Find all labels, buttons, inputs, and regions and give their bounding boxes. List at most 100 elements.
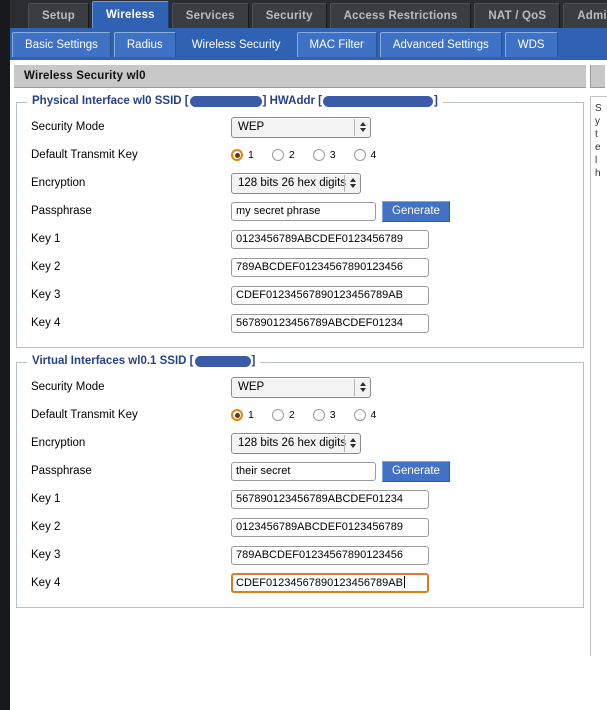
virtual-encryption-value: 128 bits 26 hex digits — [238, 436, 347, 449]
physical-key4-input[interactable]: 567890123456789ABCDEF01234 — [231, 313, 429, 333]
radio-checked-icon[interactable] — [231, 409, 243, 421]
virtual-key4-field: CDEF01234567890123456789AB — [231, 573, 429, 593]
help-sidebar-title-bar — [590, 65, 605, 88]
virtual-security-mode-label: Security Mode — [31, 381, 105, 393]
nav-tab-setup[interactable]: Setup — [28, 3, 89, 28]
help-text-line: l — [595, 155, 598, 166]
spinner-arrows-icon[interactable] — [354, 118, 370, 136]
nav-tab-services[interactable]: Services — [171, 3, 249, 28]
virtual-transmit-key-option-2[interactable]: 2 — [271, 409, 295, 421]
physical-interface-section: Physical Interface wl0 SSID [ ] HWAddr [… — [16, 95, 584, 348]
physical-passphrase-input[interactable]: my secret phrase — [231, 201, 376, 221]
nav-tab-access-restrictions[interactable]: Access Restrictions — [329, 3, 472, 28]
physical-security-mode-label: Security Mode — [31, 121, 105, 133]
physical-transmit-key-group: 1 2 3 4 — [231, 149, 394, 161]
physical-transmit-key-option-1[interactable]: 1 — [231, 149, 254, 161]
main-content-panel: Wireless Security wl0 Physical Interface… — [10, 60, 590, 710]
physical-key1-field: 0123456789ABCDEF0123456789 — [231, 229, 429, 249]
subtab-basic-settings[interactable]: Basic Settings — [12, 32, 111, 57]
spinner-arrows-icon[interactable] — [354, 378, 370, 396]
physical-interface-legend: Physical Interface wl0 SSID [ ] HWAddr [… — [27, 95, 443, 107]
physical-encryption-row: Encryption 128 bits 26 hex digits — [17, 169, 583, 197]
physical-transmit-key-option-2[interactable]: 2 — [271, 149, 295, 161]
physical-transmit-key-option-3[interactable]: 3 — [312, 149, 336, 161]
physical-key3-field: CDEF01234567890123456789AB — [231, 285, 429, 305]
nav-tab-security[interactable]: Security — [251, 3, 327, 28]
physical-transmit-key-row: Default Transmit Key 1 2 3 4 — [17, 141, 583, 169]
radio-unchecked-icon[interactable] — [271, 149, 284, 161]
virtual-key4-text: CDEF01234567890123456789AB — [236, 577, 403, 589]
virtual-passphrase-input[interactable]: their secret — [231, 461, 376, 481]
subtab-advanced-settings[interactable]: Advanced Settings — [379, 32, 502, 57]
radio-unchecked-icon[interactable] — [312, 409, 325, 421]
help-text-line: y — [595, 116, 600, 127]
physical-legend-prefix: Physical Interface wl0 SSID [ — [32, 95, 189, 107]
virtual-key1-label: Key 1 — [31, 493, 61, 505]
virtual-key4-input[interactable]: CDEF01234567890123456789AB — [231, 573, 429, 593]
radio-unchecked-icon[interactable] — [312, 149, 325, 161]
subtab-radius[interactable]: Radius — [113, 32, 176, 57]
virtual-transmit-key-option-4[interactable]: 4 — [353, 409, 376, 421]
help-text-line: h — [595, 168, 601, 179]
virtual-encryption-select[interactable]: 128 bits 26 hex digits — [231, 432, 361, 454]
physical-transmit-key-option-4[interactable]: 4 — [353, 149, 376, 161]
virtual-passphrase-row: Passphrase their secret Generate — [17, 457, 583, 485]
nav-tab-nat-qos[interactable]: NAT / QoS — [474, 3, 561, 28]
virtual-security-mode-row: Security Mode WEP — [17, 373, 583, 401]
virtual-interface-section: Virtual Interfaces wl0.1 SSID [ ] Securi… — [16, 355, 584, 608]
physical-encryption-select[interactable]: 128 bits 26 hex digits — [231, 172, 361, 194]
virtual-security-mode-field: WEP — [231, 376, 371, 398]
virtual-transmit-key-option-3[interactable]: 3 — [312, 409, 336, 421]
ssid-redaction-bar — [189, 95, 262, 107]
radio-unchecked-icon[interactable] — [353, 149, 366, 161]
physical-key3-row: Key 3 CDEF01234567890123456789AB — [17, 281, 583, 309]
virtual-generate-button[interactable]: Generate — [382, 460, 450, 482]
help-text-line: S — [595, 103, 602, 114]
physical-transmit-key-label-1: 1 — [248, 149, 254, 161]
physical-key4-label: Key 4 — [31, 317, 61, 329]
radio-unchecked-icon[interactable] — [353, 409, 366, 421]
physical-key3-input[interactable]: CDEF01234567890123456789AB — [231, 285, 429, 305]
help-sidebar-partial: S y t e l h — [590, 60, 607, 710]
nav-tab-administration[interactable]: Administration — [563, 3, 607, 28]
virtual-key4-label: Key 4 — [31, 577, 61, 589]
secondary-nav-tabs: Basic Settings Radius Wireless Security … — [12, 32, 561, 57]
virtual-key3-field: 789ABCDEF01234567890123456 — [231, 545, 429, 565]
help-text-line: e — [595, 142, 601, 153]
subtab-wds[interactable]: WDS — [504, 32, 558, 57]
virtual-legend-suffix: ] — [251, 355, 256, 367]
virtual-encryption-field: 128 bits 26 hex digits — [231, 432, 361, 454]
nav-tab-wireless[interactable]: Wireless — [91, 1, 169, 28]
virtual-security-mode-select[interactable]: WEP — [231, 376, 371, 398]
physical-security-mode-value: WEP — [238, 120, 265, 133]
physical-key1-input[interactable]: 0123456789ABCDEF0123456789 — [231, 229, 429, 249]
physical-passphrase-label: Passphrase — [31, 205, 92, 217]
virtual-key2-row: Key 2 0123456789ABCDEF0123456789 — [17, 513, 583, 541]
physical-security-mode-select[interactable]: WEP — [231, 116, 371, 138]
physical-key2-field: 789ABCDEF01234567890123456 — [231, 257, 429, 277]
spinner-arrows-icon[interactable] — [344, 434, 360, 452]
physical-transmit-key-label: Default Transmit Key — [31, 149, 138, 161]
physical-security-mode-field: WEP — [231, 116, 371, 138]
help-sidebar-body: S y t e l h — [590, 96, 607, 656]
hwaddr-redaction-bar — [323, 95, 433, 107]
spinner-arrows-icon[interactable] — [344, 174, 360, 192]
subtab-mac-filter[interactable]: MAC Filter — [296, 32, 377, 57]
radio-unchecked-icon[interactable] — [271, 409, 284, 421]
virtual-transmit-key-label-3: 3 — [329, 409, 336, 421]
virtual-key2-input[interactable]: 0123456789ABCDEF0123456789 — [231, 517, 429, 537]
virtual-encryption-label: Encryption — [31, 437, 86, 449]
radio-checked-icon[interactable] — [231, 149, 243, 161]
help-text-line: t — [595, 129, 598, 140]
virtual-key1-input[interactable]: 567890123456789ABCDEF01234 — [231, 489, 429, 509]
physical-key4-field: 567890123456789ABCDEF01234 — [231, 313, 429, 333]
subtab-wireless-security[interactable]: Wireless Security — [178, 32, 294, 57]
physical-key1-label: Key 1 — [31, 233, 61, 245]
physical-generate-button[interactable]: Generate — [382, 200, 450, 222]
virtual-transmit-key-label: Default Transmit Key — [31, 409, 138, 421]
physical-key2-input[interactable]: 789ABCDEF01234567890123456 — [231, 257, 429, 277]
physical-security-mode-row: Security Mode WEP — [17, 113, 583, 141]
virtual-transmit-key-option-1[interactable]: 1 — [231, 409, 254, 421]
physical-key1-row: Key 1 0123456789ABCDEF0123456789 — [17, 225, 583, 253]
virtual-key3-input[interactable]: 789ABCDEF01234567890123456 — [231, 545, 429, 565]
